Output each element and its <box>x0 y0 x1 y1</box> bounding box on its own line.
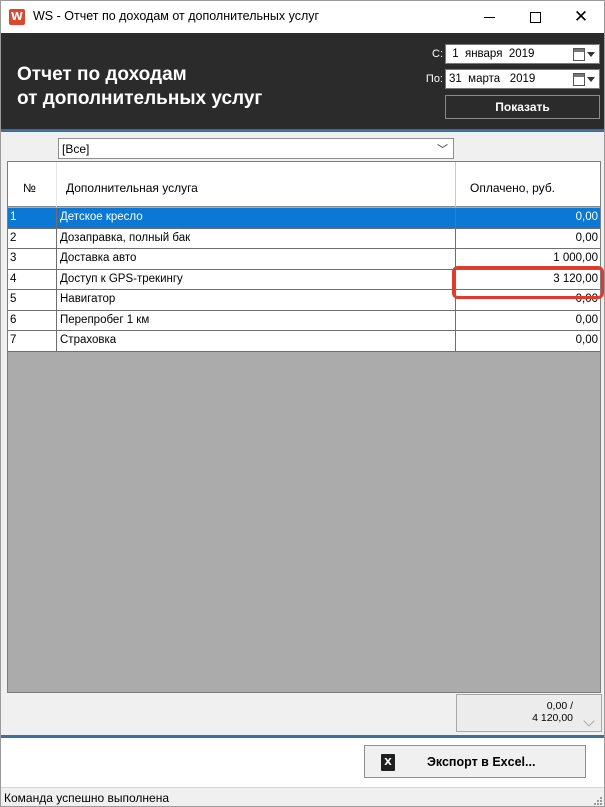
row-service: Перепробег 1 км <box>56 310 455 330</box>
maximize-button[interactable] <box>512 1 558 33</box>
date-to-picker[interactable]: 31 марта 2019 <box>445 69 600 89</box>
row-number: 7 <box>10 334 17 346</box>
table-row[interactable]: 3 Доставка авто 1 000,00 <box>8 249 600 270</box>
app-icon: W <box>9 9 25 25</box>
minimize-button[interactable] <box>466 1 512 33</box>
service-filter-select[interactable]: [Все] ﹀ <box>58 138 454 159</box>
chevron-down-icon: ﹀ <box>437 144 448 156</box>
chevron-down-icon[interactable] <box>585 717 595 725</box>
row-number: 3 <box>10 252 17 264</box>
resize-grip-icon[interactable] <box>592 795 602 805</box>
row-service: Доступ к GPS-трекингу <box>56 269 455 289</box>
row-number: 6 <box>10 313 17 326</box>
summary-total: 0,00 / 4 120,00 <box>456 694 602 732</box>
header-divider <box>1 129 604 132</box>
row-paid: 0,00 <box>455 208 600 228</box>
column-divider <box>56 162 57 207</box>
row-service: Навигатор <box>56 290 455 310</box>
table-row[interactable]: 1 Детское кресло 0,00 <box>8 208 600 229</box>
report-window: W WS - Отчет по доходам от дополнительны… <box>0 0 605 807</box>
row-service: Дозаправка, полный бак <box>56 228 455 248</box>
row-paid: 3 120,00 <box>455 269 600 289</box>
calendar-dropdown-icon[interactable] <box>573 73 595 86</box>
table-row[interactable]: 2 Дозаправка, полный бак 0,00 <box>8 228 600 249</box>
excel-file-icon: X <box>381 754 395 771</box>
column-header-num[interactable]: № <box>23 181 36 195</box>
row-service: Страховка <box>56 331 455 351</box>
row-paid: 0,00 <box>455 331 600 351</box>
date-to-label: По: <box>425 73 443 85</box>
service-filter-value: [Все] <box>62 142 90 156</box>
row-number: 1 <box>10 211 17 223</box>
column-divider <box>455 162 456 207</box>
report-header: Отчет по доходам от дополнительных услуг… <box>1 33 604 129</box>
summary-total-value: 0,00 / 4 120,00 <box>532 700 573 724</box>
row-number: 5 <box>10 293 17 305</box>
table-row[interactable]: 4 Доступ к GPS-трекингу 3 120,00 <box>8 269 600 290</box>
table-header: № Дополнительная услуга Оплачено, руб. <box>8 162 600 207</box>
report-title-line2: от дополнительных услуг <box>17 88 263 109</box>
calendar-dropdown-icon[interactable] <box>573 48 595 61</box>
date-to-value: 31 марта 2019 <box>449 73 536 85</box>
date-from-value: 1 января 2019 <box>449 48 535 60</box>
title-bar[interactable]: W WS - Отчет по доходам от дополнительны… <box>1 1 604 33</box>
row-service: Детское кресло <box>56 208 455 228</box>
column-header-paid[interactable]: Оплачено, руб. <box>470 181 555 195</box>
export-excel-button[interactable]: X Экспорт в Excel... <box>364 745 586 778</box>
maximize-icon <box>529 11 541 23</box>
row-paid: 1 000,00 <box>455 249 600 269</box>
status-bar: Команда успешно выполнена <box>1 787 604 806</box>
table-row[interactable]: 7 Страховка 0,00 <box>8 331 600 352</box>
date-from-picker[interactable]: 1 января 2019 <box>445 44 600 64</box>
report-title: Отчет по доходам от дополнительных услуг <box>17 63 262 111</box>
table-body: 1 Детское кресло 0,00 2 Дозаправка, полн… <box>8 208 600 352</box>
minimize-icon <box>483 16 495 18</box>
window-title: WS - Отчет по доходам от дополнительных … <box>33 9 320 23</box>
close-button[interactable]: ✕ <box>558 1 604 33</box>
table-row[interactable]: 5 Навигатор 0,00 <box>8 290 600 311</box>
column-header-service[interactable]: Дополнительная услуга <box>66 181 198 195</box>
row-paid: 0,00 <box>455 228 600 248</box>
row-paid: 0,00 <box>455 290 600 310</box>
show-button[interactable]: Показать <box>445 95 600 119</box>
services-table: № Дополнительная услуга Оплачено, руб. 1… <box>7 161 601 693</box>
date-from-label: С: <box>432 48 443 60</box>
row-service: Доставка авто <box>56 249 455 269</box>
row-number: 2 <box>10 231 17 244</box>
row-paid: 0,00 <box>455 310 600 330</box>
report-title-line1: Отчет по доходам <box>17 64 187 85</box>
row-number: 4 <box>10 272 17 285</box>
close-icon: ✕ <box>573 6 589 27</box>
export-excel-label: Экспорт в Excel... <box>427 755 536 769</box>
table-row[interactable]: 6 Перепробег 1 км 0,00 <box>8 310 600 331</box>
status-text: Команда успешно выполнена <box>4 791 170 805</box>
